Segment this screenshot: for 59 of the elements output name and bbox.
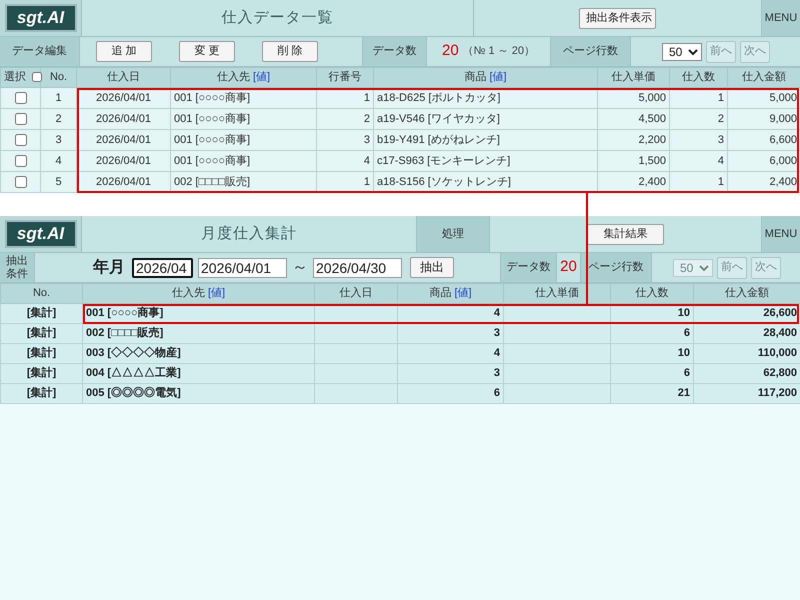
column-header: 仕入金額: [742, 71, 786, 84]
range-separator: ～: [292, 258, 308, 278]
column-header: 仕入数: [636, 287, 668, 300]
section-label: データ数: [501, 253, 557, 282]
column-header: 行番号: [328, 71, 362, 84]
extract-button[interactable]: 抽出: [410, 257, 454, 278]
period-label: 年月: [93, 258, 125, 278]
screen-title: 月度仕入集計: [201, 224, 297, 244]
logo: sgt.AI: [4, 4, 76, 32]
menu-button[interactable]: MENU: [762, 0, 800, 36]
value-link[interactable]: [値]: [489, 71, 507, 84]
column-header: 選択: [4, 71, 26, 84]
table-cell: [集計]: [0, 384, 82, 404]
row-checkbox[interactable]: [14, 92, 26, 104]
header-button[interactable]: 抽出条件表示: [579, 8, 656, 28]
edit-button[interactable]: 追 加: [96, 41, 152, 62]
record-count: 20: [442, 41, 459, 62]
row-checkbox[interactable]: [14, 176, 26, 188]
page-rows-select[interactable]: 50: [662, 42, 702, 60]
header-button[interactable]: 集計結果: [587, 224, 664, 244]
column-header: No.: [32, 287, 50, 300]
row-checkbox[interactable]: [14, 155, 26, 167]
column-header: 仕入日: [107, 71, 140, 84]
row-checkbox[interactable]: [14, 113, 26, 125]
column-header: 仕入先: [172, 287, 205, 300]
column-header: 仕入先: [216, 71, 250, 84]
table-cell: 21: [610, 384, 694, 404]
column-header: 仕入日: [340, 287, 372, 300]
table-cell: 005 [◎◎◎◎電気]: [82, 384, 314, 404]
column-header: 仕入単価: [535, 287, 579, 300]
menu-button[interactable]: MENU: [762, 216, 800, 252]
value-link[interactable]: [値]: [454, 287, 472, 300]
column-header: 商品: [464, 71, 486, 84]
column-header: No.: [50, 71, 68, 84]
section-label: データ編集: [0, 37, 80, 66]
select-all-checkbox[interactable]: [32, 72, 42, 82]
date-field[interactable]: 2026/04: [132, 258, 193, 278]
row-checkbox[interactable]: [14, 134, 26, 146]
column-header: 仕入数: [682, 71, 715, 84]
value-link[interactable]: [値]: [208, 287, 226, 300]
column-header: 仕入金額: [725, 287, 769, 300]
logo: sgt.AI: [4, 220, 76, 248]
edit-button[interactable]: 削 除: [262, 41, 318, 62]
section-label: データ数: [363, 37, 427, 66]
section-label: 処理: [417, 216, 490, 252]
date-field[interactable]: 2026/04/01: [198, 258, 287, 278]
value-link[interactable]: [値]: [252, 71, 270, 84]
table-cell: 6: [398, 384, 504, 404]
section-label: ページ行数: [581, 253, 652, 282]
record-range: （№ 1 ～ 20）: [462, 44, 535, 60]
table-cell: 5: [40, 172, 76, 192]
section-label: 抽出条件: [0, 253, 35, 282]
column-header: 仕入単価: [612, 71, 656, 84]
column-header: 商品: [429, 287, 452, 300]
record-count: 20: [560, 257, 577, 278]
edit-button[interactable]: 変 更: [179, 41, 235, 62]
screen-title: 仕入データ一覧: [222, 8, 334, 28]
section-label: ページ行数: [551, 37, 631, 66]
date-field[interactable]: 2026/04/30: [313, 258, 402, 278]
